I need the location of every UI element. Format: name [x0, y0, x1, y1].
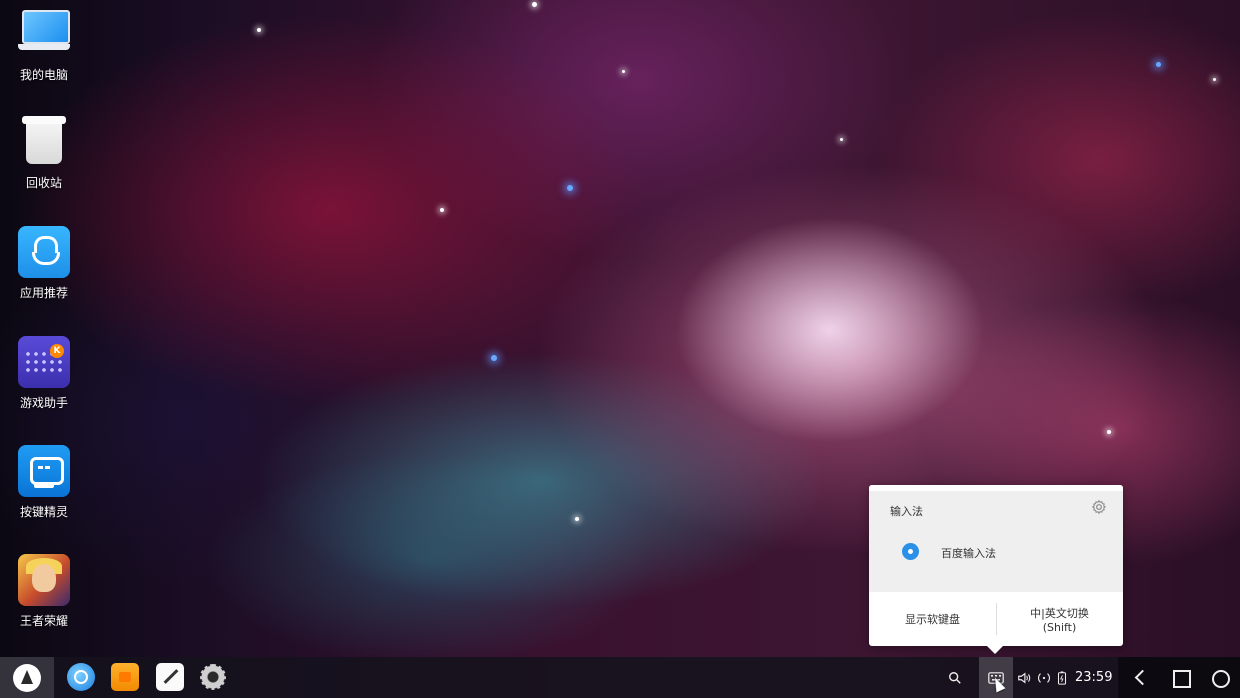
- tray-search[interactable]: [948, 657, 972, 698]
- battery-icon: [1057, 670, 1067, 685]
- desktop-icon-label: 按键精灵: [19, 505, 68, 519]
- home-icon[interactable]: [1207, 665, 1233, 691]
- app-store-icon: [18, 226, 70, 278]
- language-toggle-shortcut: (Shift): [1042, 620, 1077, 634]
- start-menu-icon: [13, 663, 41, 692]
- volume-icon: [1018, 671, 1031, 684]
- recent-apps-icon[interactable]: [1168, 665, 1194, 691]
- back-icon[interactable]: [1128, 665, 1154, 691]
- editor-icon[interactable]: [156, 663, 184, 691]
- star: [840, 138, 843, 141]
- popup-pointer: [987, 646, 1003, 654]
- star: [532, 2, 537, 7]
- show-soft-keyboard-button[interactable]: 显示软键盘: [869, 592, 996, 646]
- star: [567, 185, 573, 191]
- star: [1107, 430, 1111, 434]
- star: [440, 208, 444, 212]
- recycle-bin-icon: [18, 116, 70, 168]
- desktop-icon-key-sprite[interactable]: 按键精灵: [8, 445, 80, 520]
- desktop-icon-label: 王者荣耀: [19, 614, 68, 628]
- desktop-icon-label: 应用推荐: [19, 286, 68, 300]
- taskbar: 23:59: [0, 657, 1240, 698]
- desktop-icon-honor-of-kings[interactable]: 王者荣耀: [8, 554, 80, 629]
- network-icon: [1037, 672, 1051, 683]
- desktop-icon-app-store[interactable]: 应用推荐: [8, 226, 80, 301]
- system-tray[interactable]: 23:59: [1017, 657, 1112, 698]
- input-method-radio-selected[interactable]: [902, 543, 919, 560]
- language-toggle-label: 中|英文切换: [1030, 606, 1089, 620]
- input-method-option-label[interactable]: 百度输入法: [941, 545, 996, 561]
- key-sprite-icon: [18, 445, 70, 497]
- star: [1213, 78, 1216, 81]
- language-toggle-button[interactable]: 中|英文切换 (Shift): [996, 592, 1123, 646]
- clock[interactable]: 23:59: [1075, 670, 1112, 685]
- star: [491, 355, 497, 361]
- browser-icon[interactable]: [67, 663, 95, 691]
- gear-icon[interactable]: [1091, 499, 1107, 515]
- show-soft-keyboard-label: 显示软键盘: [905, 613, 960, 626]
- computer-icon: [18, 8, 70, 60]
- star: [575, 517, 579, 521]
- star: [1156, 62, 1161, 67]
- popup-header: [869, 485, 1123, 592]
- honor-of-kings-icon: [18, 554, 70, 606]
- star: [257, 28, 261, 32]
- search-icon: [949, 671, 961, 684]
- desktop-icon-label: 回收站: [25, 176, 62, 190]
- file-manager-icon[interactable]: [111, 663, 139, 691]
- settings-icon[interactable]: [199, 663, 227, 691]
- popup-title: 输入法: [890, 505, 923, 518]
- game-keyboard-icon: K: [18, 336, 70, 388]
- star: [622, 70, 625, 73]
- start-button[interactable]: [0, 657, 54, 698]
- desktop-icon-recycle-bin[interactable]: 回收站: [8, 116, 80, 191]
- desktop-icon-label: 我的电脑: [19, 68, 68, 82]
- desktop-icon-label: 游戏助手: [19, 396, 68, 410]
- desktop-icon-game-assistant[interactable]: K 游戏助手: [8, 336, 80, 411]
- input-method-popup: 输入法 百度输入法 显示软键盘 中|英文切换 (Shift): [869, 485, 1123, 654]
- desktop-icon-my-computer[interactable]: 我的电脑: [8, 8, 80, 83]
- navigation-bar: [1118, 657, 1240, 698]
